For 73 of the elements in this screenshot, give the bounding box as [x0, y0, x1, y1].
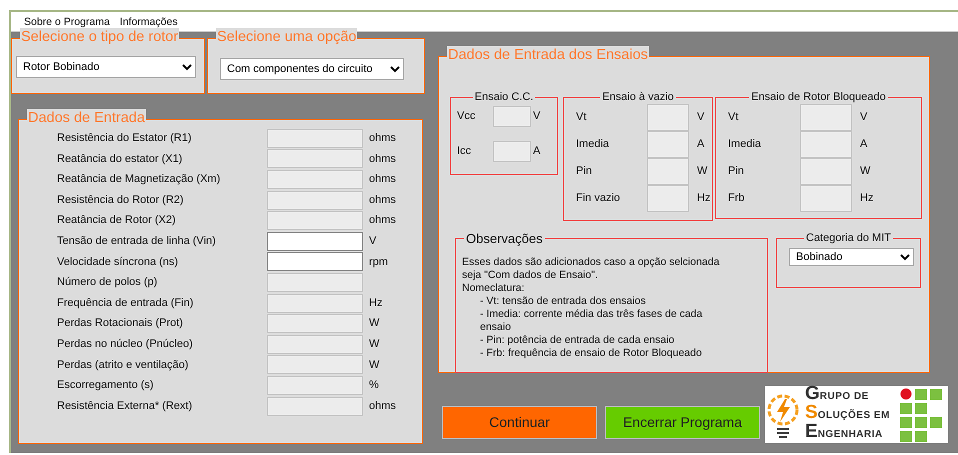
field-label: Pin — [576, 164, 593, 180]
continue-button[interactable]: Continuar — [442, 406, 597, 439]
unit-label: W — [368, 358, 380, 373]
dropdown[interactable]: Com componentes do circuito — [220, 58, 404, 80]
note-text: - Pin: potência de entrada de cada ensaio — [479, 334, 676, 347]
unit-label: Hz — [368, 296, 384, 311]
field-label: Perdas (atrito e ventilação) — [57, 358, 190, 373]
field-label: Perdas Rotacionais (Prot) — [57, 316, 184, 332]
dropdown[interactable]: Rotor Bobinado — [16, 56, 196, 78]
group-title: Selecione uma opção — [216, 28, 358, 46]
field-label: Resistência do Rotor (R2) — [57, 192, 185, 208]
field-label: Imedia — [576, 137, 610, 152]
input-field[interactable] — [267, 252, 363, 272]
unit-label: V — [860, 110, 868, 126]
field-label: Reatância de Rotor (X2) — [57, 213, 177, 228]
unit-label: % — [368, 378, 380, 394]
unit-label: W — [368, 316, 380, 332]
unit-label: ohms — [368, 131, 397, 146]
field-label: Vcc — [457, 109, 476, 124]
logo-text: GRUPO DE — [805, 386, 870, 404]
group-title: Ensaio C.C. — [472, 91, 536, 103]
unit-label: ohms — [368, 172, 397, 188]
field-label: Pin — [728, 164, 745, 180]
field-label: Imedia — [728, 137, 762, 152]
unit-label: A — [860, 137, 868, 152]
note-text: - Frb: frequência de ensaio de Rotor Bloqueado — [479, 347, 703, 360]
field-label: Resistência do Estator (R1) — [57, 131, 192, 146]
note-text: - Imedia: corrente média das três fases de cada ensaio — [479, 308, 704, 334]
field-label: Fin vazio — [576, 191, 622, 206]
unit-label: V — [697, 110, 706, 126]
field-label: Resistência Externa* (Rext) — [57, 398, 194, 414]
group-title: Ensaio de Rotor Bloqueado — [749, 91, 888, 103]
grid-icon — [900, 388, 944, 442]
field-label: Vt — [576, 110, 588, 126]
group-title: Categoria do MIT — [804, 232, 893, 244]
group-title: Observações — [464, 231, 545, 246]
dropdown[interactable]: Bobinado — [789, 248, 914, 266]
field-label: Reatância do estator (X1) — [57, 152, 184, 167]
logo-text: SOLUÇÕES EM — [805, 405, 890, 424]
logo-text: ENGENHARIA — [805, 424, 884, 443]
field-label: Velocidade síncrona (ns) — [57, 254, 180, 270]
field-label: Vt — [728, 110, 740, 126]
unit-label: Hz — [697, 191, 712, 206]
unit-label: A — [697, 137, 706, 152]
note-text: Esses dados são adicionados caso a opção selcionada seja "Com dados de Ensaio". — [462, 256, 720, 282]
unit-label: V — [533, 109, 542, 124]
unit-label: ohms — [368, 192, 397, 208]
group-title: Ensaio à vazio — [600, 91, 676, 103]
unit-label: V — [368, 234, 378, 250]
input-field[interactable] — [267, 232, 363, 251]
unit-label: ohms — [368, 152, 397, 167]
field-label: Reatância de Magnetização (Xm) — [57, 172, 222, 188]
unit-label: W — [368, 336, 380, 352]
unit-label: ohms — [368, 213, 397, 228]
unit-label: rpm — [368, 254, 389, 270]
field-label: Frequência de entrada (Fin) — [57, 296, 194, 311]
unit-label: ohms — [368, 398, 397, 414]
exit-button[interactable]: Encerrar Programa — [605, 406, 760, 439]
menu-item[interactable]: Informações — [114, 12, 183, 31]
field-label: Icc — [457, 144, 472, 160]
field-label: Frb — [728, 191, 746, 206]
note-text: - Vt: tensão de entrada dos ensaios — [479, 295, 647, 308]
menu-item[interactable]: Sobre o Programa — [19, 12, 115, 31]
group-title: Selecione o tipo de rotor — [20, 28, 180, 46]
field-label: Escorregamento (s) — [57, 378, 155, 394]
field-label: Tensão de entrada de linha (Vin) — [57, 234, 217, 250]
unit-label: Hz — [860, 191, 874, 206]
note-text: Nomeclatura: — [462, 282, 526, 295]
unit-label: A — [533, 144, 542, 160]
unit-label: W — [860, 164, 872, 180]
field-label: Perdas no núcleo (Pnúcleo) — [57, 336, 194, 352]
field-label: Número de polos (p) — [57, 275, 158, 290]
unit-label: W — [697, 164, 708, 180]
